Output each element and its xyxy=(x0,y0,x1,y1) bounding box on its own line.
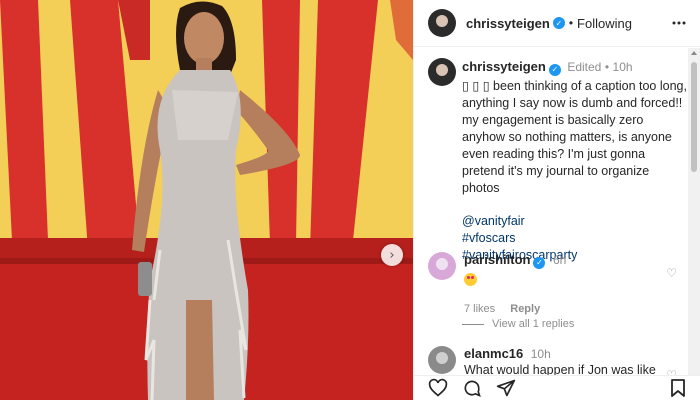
mention-link[interactable]: @vanityfair xyxy=(462,213,687,230)
comment-item: parishilton ✓ 6h 7 likes Reply ♡ xyxy=(428,252,683,315)
caption-body: chrissyteigen ✓ Edited • 10h ▯ ▯ ▯ been t… xyxy=(462,58,687,264)
edited-label: Edited xyxy=(567,60,602,74)
post-image xyxy=(0,0,413,400)
avatar[interactable] xyxy=(428,252,456,280)
post-photo: › xyxy=(0,0,413,400)
like-comment-heart-icon[interactable]: ♡ xyxy=(666,368,677,375)
divider-line xyxy=(462,323,484,325)
comment-text: What would happen if Jon was like xyxy=(464,363,656,375)
reply-button[interactable]: Reply xyxy=(510,303,540,315)
comment-icon[interactable] xyxy=(462,378,482,398)
comment-meta: 7 likes Reply xyxy=(464,303,664,315)
share-icon[interactable] xyxy=(496,378,516,398)
comment-username[interactable]: parishilton xyxy=(464,252,530,267)
following-button[interactable]: Following xyxy=(577,16,632,31)
comment-time[interactable]: 10h xyxy=(531,347,551,361)
comment-item: elanmc16 10h What would happen if Jon wa… xyxy=(428,346,683,375)
chevron-right-icon: › xyxy=(389,247,395,263)
caption-username[interactable]: chrissyteigen xyxy=(462,59,546,74)
post-header: chrissyteigen ✓ • Following xyxy=(414,0,700,47)
like-heart-icon[interactable] xyxy=(428,378,448,398)
post-details-panel: chrissyteigen ✓ • Following chrissyteige… xyxy=(413,0,700,400)
comments-area[interactable]: chrissyteigen ✓ Edited • 10h ▯ ▯ ▯ been t… xyxy=(414,48,689,375)
caption-time[interactable]: 10h xyxy=(613,60,633,74)
verified-badge-icon: ✓ xyxy=(548,63,561,76)
scrollbar-thumb[interactable] xyxy=(691,62,697,172)
view-replies-label: View all 1 replies xyxy=(492,318,575,330)
scrollbar[interactable] xyxy=(688,48,700,375)
caption-text: ▯ ▯ ▯ been thinking of a caption too lon… xyxy=(462,79,687,195)
verified-badge-icon: ✓ xyxy=(552,17,565,29)
comment-body: parishilton ✓ 6h 7 likes Reply xyxy=(464,252,664,315)
next-photo-button[interactable]: › xyxy=(381,244,403,266)
avatar[interactable] xyxy=(428,9,456,37)
verified-badge-icon: ✓ xyxy=(533,256,546,269)
like-comment-heart-icon[interactable]: ♡ xyxy=(666,266,677,280)
post-actions xyxy=(414,375,700,400)
comment-time[interactable]: 6h xyxy=(553,253,566,267)
view-replies-button[interactable]: View all 1 replies xyxy=(462,318,574,330)
header-username[interactable]: chrissyteigen xyxy=(466,16,550,31)
comment-likes[interactable]: 7 likes xyxy=(464,303,495,315)
hashtag-link[interactable]: #vfoscars xyxy=(462,231,516,245)
comment-username[interactable]: elanmc16 xyxy=(464,346,523,361)
separator-dot: • xyxy=(604,60,610,74)
more-icon[interactable] xyxy=(672,21,686,25)
comment-body: elanmc16 10h What would happen if Jon wa… xyxy=(464,346,664,375)
avatar[interactable] xyxy=(428,346,456,374)
separator-dot: • xyxy=(568,16,574,30)
caption: chrissyteigen ✓ Edited • 10h ▯ ▯ ▯ been t… xyxy=(428,58,687,264)
heart-eyes-emoji-icon xyxy=(464,272,477,286)
avatar[interactable] xyxy=(428,58,456,86)
bookmark-icon[interactable] xyxy=(671,379,685,397)
scroll-up-arrow-icon[interactable] xyxy=(691,51,697,55)
